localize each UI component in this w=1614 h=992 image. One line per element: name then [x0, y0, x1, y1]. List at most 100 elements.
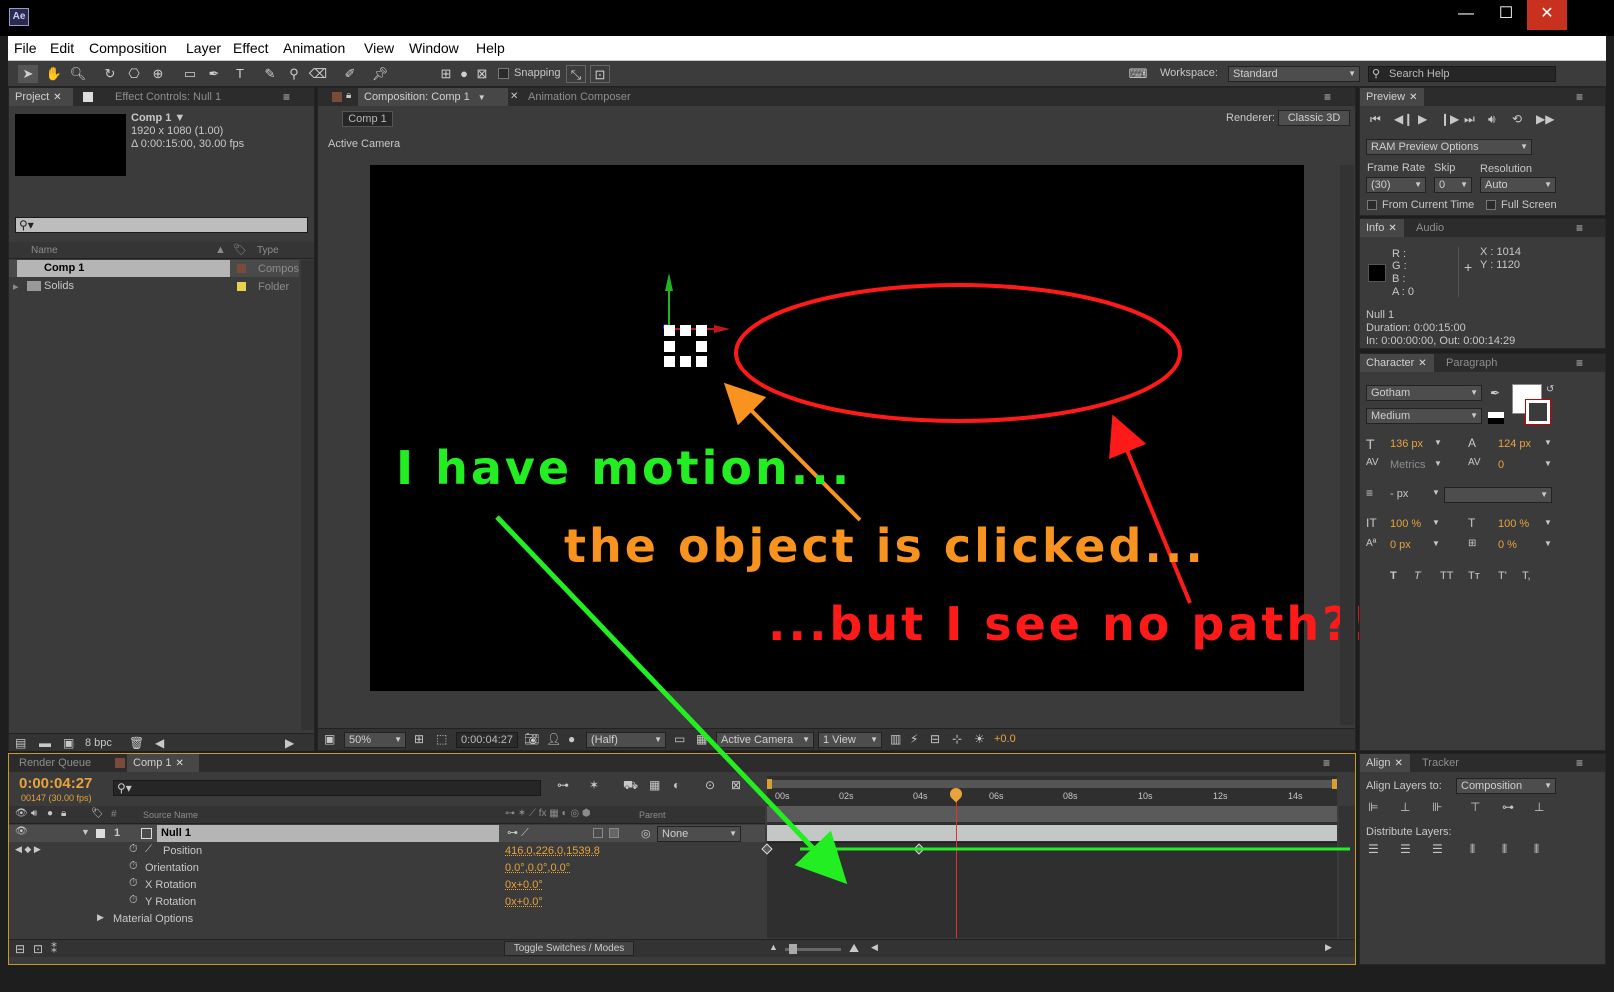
- search-help-input[interactable]: Search Help: [1368, 66, 1556, 82]
- tab-render-queue[interactable]: Render Queue: [13, 754, 97, 772]
- close-icon[interactable]: ✕: [510, 91, 518, 102]
- resolution-select[interactable]: (Half): [586, 732, 666, 748]
- scroll-left-icon[interactable]: ◀: [155, 736, 164, 750]
- faux-italic-button[interactable]: T: [1414, 570, 1421, 582]
- property-value[interactable]: 416.0,226.0,1539.8: [505, 845, 600, 857]
- layer-switches[interactable]: ⊶ ⟋: [507, 826, 529, 840]
- menu-file[interactable]: File: [14, 40, 37, 56]
- skip-select[interactable]: 0: [1434, 177, 1472, 193]
- property-group[interactable]: ▶ Material Options: [9, 910, 765, 927]
- view-axis-icon[interactable]: ⊠: [472, 65, 492, 83]
- current-time-display[interactable]: 0:00:04:27: [19, 775, 92, 792]
- chevron-down-icon[interactable]: ▼: [1432, 539, 1440, 548]
- region-of-interest-icon[interactable]: ▭: [674, 732, 685, 746]
- close-icon[interactable]: ✕: [1388, 223, 1396, 234]
- property-value[interactable]: 0.0°,0.0°,0.0°: [505, 862, 570, 874]
- column-name[interactable]: Name: [31, 245, 58, 256]
- playhead-handle[interactable]: [947, 785, 965, 803]
- align-bottom-icon[interactable]: ⊥: [1534, 800, 1544, 814]
- chevron-down-icon[interactable]: ▼: [1544, 539, 1552, 548]
- all-caps-button[interactable]: TT: [1440, 570, 1453, 582]
- stroke-color-swatch[interactable]: [1525, 399, 1551, 425]
- first-frame-icon[interactable]: ⏮: [1370, 112, 1381, 127]
- menu-help[interactable]: Help: [476, 40, 505, 56]
- zoom-in-icon[interactable]: ⛰: [849, 941, 859, 956]
- menu-edit[interactable]: Edit: [50, 40, 74, 56]
- twirl-down-icon[interactable]: ▼: [81, 827, 90, 837]
- work-area-start[interactable]: [767, 779, 772, 789]
- roto-brush-tool-icon[interactable]: ✐: [340, 65, 360, 83]
- clone-stamp-tool-icon[interactable]: ⚲: [284, 65, 304, 83]
- pickwhip-icon[interactable]: ◎: [641, 827, 651, 840]
- close-button[interactable]: ✕: [1527, 0, 1567, 30]
- current-time-field[interactable]: 0:00:04:27: [456, 732, 518, 748]
- camera-view-select[interactable]: Active Camera: [716, 732, 814, 748]
- exposure-icon[interactable]: ☀: [974, 732, 985, 746]
- pan-behind-tool-icon[interactable]: ⊕: [148, 65, 168, 83]
- layer-label-color[interactable]: [96, 829, 105, 838]
- camera-tool-icon[interactable]: ⎔: [124, 65, 144, 83]
- from-current-time-checkbox[interactable]: [1367, 200, 1377, 210]
- resolution-select[interactable]: Auto: [1480, 177, 1556, 193]
- vertical-scale-value[interactable]: 100 %: [1390, 518, 1421, 530]
- stopwatch-icon[interactable]: ⏱︎: [129, 894, 138, 907]
- property-row[interactable]: ⏱︎ X Rotation 0x+0.0°: [9, 876, 765, 893]
- chevron-down-icon[interactable]: ▼: [1432, 518, 1440, 527]
- expand-icon[interactable]: ▸: [13, 280, 19, 293]
- timeline-search-input[interactable]: [113, 780, 541, 796]
- tab-preview[interactable]: Preview ✕: [1360, 88, 1424, 106]
- tab-info[interactable]: Info ✕: [1360, 219, 1404, 237]
- minimize-button[interactable]: —: [1446, 0, 1486, 30]
- motion-blur-icon[interactable]: ◐: [673, 778, 680, 792]
- panel-menu-icon[interactable]: ≡: [1576, 356, 1583, 370]
- loop-icon[interactable]: ⟲: [1512, 112, 1522, 126]
- comp-name[interactable]: Comp 1 ▼: [131, 112, 185, 124]
- tab-effect-controls[interactable]: Effect Controls: Null 1: [109, 88, 227, 106]
- layer-row[interactable]: 👁︎ ▼ 1 Null 1 ⊶ ⟋ ◎ None: [9, 825, 765, 842]
- ram-preview-options-select[interactable]: RAM Preview Options: [1366, 139, 1532, 155]
- stroke-style-select[interactable]: [1444, 487, 1552, 503]
- property-row[interactable]: ⏱︎ Orientation 0.0°,0.0°,0.0°: [9, 859, 765, 876]
- audio-icon[interactable]: 🔊︎: [1488, 112, 1496, 127]
- tracking-value[interactable]: 0: [1498, 459, 1504, 471]
- frame-blending-icon[interactable]: ▦: [649, 778, 660, 792]
- comp-viewer[interactable]: I have motion... the object is clicked..…: [370, 165, 1373, 691]
- distribute-top-icon[interactable]: ☰: [1368, 842, 1379, 856]
- eyedropper-icon[interactable]: ✒: [1490, 386, 1500, 400]
- current-time-indicator[interactable]: [956, 788, 957, 938]
- tab-animation-composer[interactable]: Animation Composer: [522, 88, 637, 106]
- align-h-center-icon[interactable]: ⊥: [1400, 800, 1410, 814]
- snap-features-icon[interactable]: ⊡: [590, 65, 610, 83]
- new-comp-icon[interactable]: ▣: [63, 736, 74, 750]
- show-snapshot-icon[interactable]: 👤︎: [546, 732, 561, 746]
- panel-menu-icon[interactable]: ≡: [1576, 90, 1583, 104]
- chevron-down-icon[interactable]: ▼: [1544, 518, 1552, 527]
- panel-menu-icon[interactable]: ≡: [1324, 90, 1331, 104]
- motion-blur-switch[interactable]: [593, 828, 603, 838]
- panel-menu-icon[interactable]: ≡: [283, 90, 290, 104]
- exposure-value[interactable]: +0.0: [994, 733, 1016, 745]
- label-column-icon[interactable]: 🏷︎: [91, 808, 104, 819]
- horizontal-scale-value[interactable]: 100 %: [1498, 518, 1529, 530]
- toggle-switches-modes-button[interactable]: Toggle Switches / Modes: [504, 941, 634, 956]
- tab-composition[interactable]: Composition: Comp 1 ▼: [358, 88, 508, 106]
- in-out-toggle-icon[interactable]: ⁑: [51, 942, 57, 956]
- interpret-footage-icon[interactable]: ▤: [15, 736, 26, 750]
- tab-paragraph[interactable]: Paragraph: [1440, 354, 1503, 372]
- layer-name[interactable]: Null 1: [161, 827, 191, 839]
- tab-character[interactable]: Character ✕: [1360, 354, 1434, 372]
- tsume-value[interactable]: 0 %: [1498, 539, 1517, 551]
- project-scrollbar[interactable]: [301, 260, 314, 730]
- font-family-select[interactable]: Gotham: [1366, 385, 1482, 401]
- comp-breadcrumb[interactable]: Comp 1: [342, 111, 393, 127]
- layer-duration-bar[interactable]: [767, 825, 1337, 841]
- font-style-select[interactable]: Medium: [1366, 408, 1482, 424]
- transparency-grid-icon[interactable]: ▦: [696, 732, 707, 746]
- tab-align[interactable]: Align ✕: [1360, 754, 1410, 772]
- distribute-h-center-icon[interactable]: ⫴: [1502, 842, 1507, 857]
- work-area-end[interactable]: [1332, 779, 1337, 789]
- chevron-down-icon[interactable]: ▼: [1544, 459, 1552, 468]
- panel-menu-icon[interactable]: ≡: [1576, 756, 1583, 770]
- comp-mini-flowchart-icon[interactable]: ⊶: [557, 778, 569, 792]
- hide-shy-layers-icon[interactable]: ⛟: [623, 778, 638, 794]
